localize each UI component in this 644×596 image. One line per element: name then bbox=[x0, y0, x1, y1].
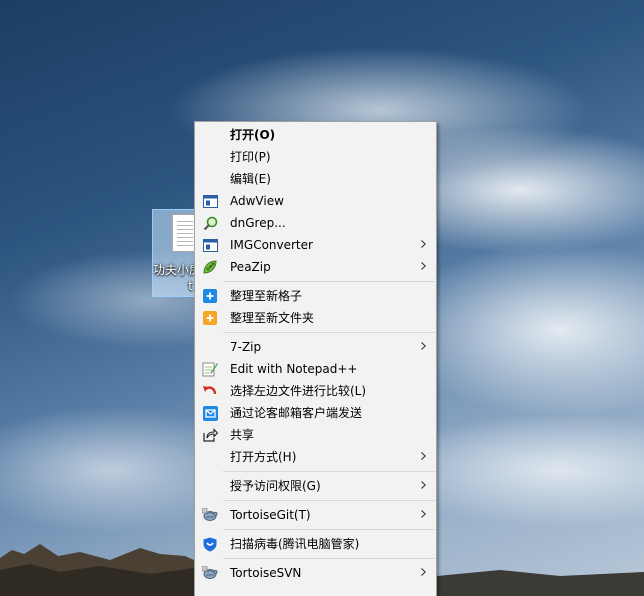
menu-separator bbox=[223, 500, 435, 501]
menu-item-tortoisesvn[interactable]: TortoiseSVN bbox=[195, 562, 436, 584]
menu-item-label: 通过论客邮箱客户端发送 bbox=[230, 406, 363, 420]
menu-item-imgconverter[interactable]: IMGConverter bbox=[195, 234, 436, 256]
adwview-icon bbox=[202, 193, 218, 209]
magnifier-icon bbox=[202, 215, 218, 231]
menu-item-label: 7-Zip bbox=[230, 340, 262, 354]
context-menu: 打开(O) 打印(P) 编辑(E) AdwView dnGrep... IMGConver… bbox=[194, 121, 437, 596]
submenu-arrow-icon bbox=[421, 504, 427, 526]
submenu-arrow-icon bbox=[421, 256, 427, 278]
compare-icon bbox=[202, 383, 218, 399]
shield-icon bbox=[202, 536, 218, 552]
menu-item-adwview[interactable]: AdwView bbox=[195, 190, 436, 212]
menu-item-label: dnGrep... bbox=[230, 216, 286, 230]
menu-item-label: TortoiseSVN bbox=[230, 566, 302, 580]
menu-item-label: TortoiseGit(T) bbox=[230, 508, 311, 522]
submenu-arrow-icon bbox=[421, 446, 427, 468]
menu-item-整理至新格子[interactable]: 整理至新格子 bbox=[195, 285, 436, 307]
share-icon bbox=[202, 427, 218, 443]
desktop-file-icon[interactable]: 功夫小房 t bbox=[152, 209, 199, 297]
menu-separator bbox=[223, 558, 435, 559]
menu-item-整理至新文件夹[interactable]: 整理至新文件夹 bbox=[195, 307, 436, 329]
menu-item-label: 选择左边文件进行比较(L) bbox=[230, 384, 367, 398]
menu-separator bbox=[223, 332, 435, 333]
menu-item-扫描病毒[interactable]: 扫描病毒(腾讯电脑管家) bbox=[195, 533, 436, 555]
submenu-arrow-icon bbox=[421, 234, 427, 256]
menu-item-label: 授予访问权限(G) bbox=[230, 479, 321, 493]
tortoisegit-icon bbox=[202, 507, 218, 523]
menu-separator bbox=[223, 281, 435, 282]
menu-item-label: 扫描病毒(腾讯电脑管家) bbox=[230, 537, 360, 551]
menu-item-选择左边文件进行比较[interactable]: 选择左边文件进行比较(L) bbox=[195, 380, 436, 402]
menu-separator bbox=[223, 471, 435, 472]
menu-item-dngrep[interactable]: dnGrep... bbox=[195, 212, 436, 234]
fences-orange-icon bbox=[202, 310, 218, 326]
menu-item-授予访问权限[interactable]: 授予访问权限(G) bbox=[195, 475, 436, 497]
menu-item-label: 打开(O) bbox=[230, 128, 276, 142]
menu-item-label: AdwView bbox=[230, 194, 284, 208]
menu-item-label: 打开方式(H) bbox=[230, 450, 297, 464]
desktop-file-label: 功夫小房 t bbox=[153, 263, 199, 293]
fences-blue-icon bbox=[202, 288, 218, 304]
menu-item-共享[interactable]: 共享 bbox=[195, 424, 436, 446]
menu-item-label: 整理至新文件夹 bbox=[230, 311, 315, 325]
menu-item-tortoisegit[interactable]: TortoiseGit(T) bbox=[195, 504, 436, 526]
menu-item-编辑[interactable]: 编辑(E) bbox=[195, 168, 436, 190]
menu-item-label: PeaZip bbox=[230, 260, 271, 274]
menu-item-打开方式[interactable]: 打开方式(H) bbox=[195, 446, 436, 468]
menu-item-打开[interactable]: 打开(O) bbox=[195, 124, 436, 146]
mail-client-icon bbox=[202, 405, 218, 421]
submenu-arrow-icon bbox=[421, 562, 427, 584]
menu-item-label: 整理至新格子 bbox=[230, 289, 303, 303]
menu-item-label: 打印(P) bbox=[230, 150, 271, 164]
submenu-arrow-icon bbox=[421, 475, 427, 497]
menu-item-label: IMGConverter bbox=[230, 238, 313, 252]
menu-item-label: 编辑(E) bbox=[230, 172, 271, 186]
tortoisesvn-icon bbox=[202, 565, 218, 581]
menu-item-通过论客邮箱客户端发送[interactable]: 通过论客邮箱客户端发送 bbox=[195, 402, 436, 424]
notepadpp-icon bbox=[202, 361, 218, 377]
menu-item-label: 共享 bbox=[230, 428, 255, 442]
submenu-arrow-icon bbox=[421, 336, 427, 358]
menu-separator bbox=[223, 529, 435, 530]
imgconverter-icon bbox=[202, 237, 218, 253]
desktop-background[interactable]: 功夫小房 t 打开(O) 打印(P) 编辑(E) AdwView dnGrep... IM… bbox=[0, 0, 644, 596]
menu-item-peazip[interactable]: PeaZip bbox=[195, 256, 436, 278]
menu-item-打印[interactable]: 打印(P) bbox=[195, 146, 436, 168]
menu-item-label: Edit with Notepad++ bbox=[230, 362, 358, 376]
menu-item-edit-with-notepad[interactable]: Edit with Notepad++ bbox=[195, 358, 436, 380]
menu-item-7-zip[interactable]: 7-Zip bbox=[195, 336, 436, 358]
peazip-icon bbox=[202, 259, 218, 275]
